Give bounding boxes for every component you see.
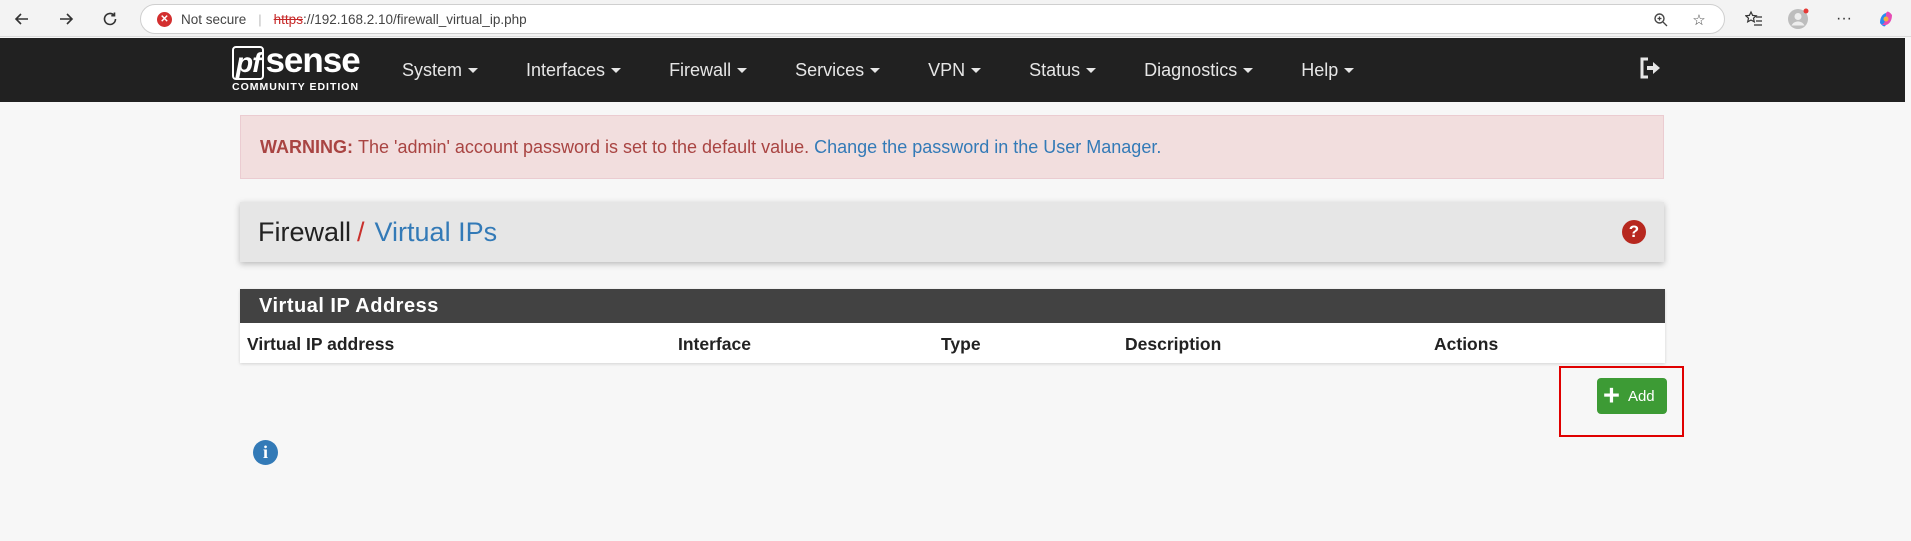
security-label: Not secure — [181, 11, 247, 27]
main-menu: System Interfaces Firewall Services VPN … — [402, 38, 1402, 102]
plus-icon: + — [1603, 380, 1620, 412]
nav-help[interactable]: Help — [1301, 60, 1355, 81]
zoom-icon[interactable] — [1651, 10, 1671, 30]
column-actions: Actions — [1434, 334, 1499, 354]
add-button[interactable]: + Add — [1597, 378, 1667, 414]
caret-down-icon — [971, 68, 982, 74]
info-icon[interactable]: i — [253, 440, 278, 465]
breadcrumb-firewall: Firewall — [258, 216, 352, 247]
caret-down-icon — [611, 68, 622, 74]
column-interface: Interface — [678, 334, 751, 354]
breadcrumb-virtual-ips[interactable]: Virtual IPs — [375, 217, 498, 248]
column-description: Description — [1125, 334, 1222, 354]
refresh-icon[interactable] — [96, 5, 124, 33]
warning-prefix: WARNING: — [260, 136, 353, 157]
default-password-warning: WARNING: The 'admin' account password is… — [240, 115, 1664, 179]
warning-text: The 'admin' account password is set to t… — [358, 136, 810, 157]
copilot-icon[interactable] — [1874, 7, 1898, 31]
nav-vpn[interactable]: VPN — [928, 60, 982, 81]
logout-icon[interactable] — [1637, 55, 1665, 83]
favorite-star-icon[interactable]: ☆ — [1689, 10, 1709, 30]
caret-down-icon — [1243, 68, 1254, 74]
more-options-icon[interactable]: ··· — [1832, 7, 1856, 31]
url-path: ://192.168.2.10/firewall_virtual_ip.php — [302, 11, 527, 27]
top-navbar: pf sense COMMUNITY EDITION System Interfa… — [0, 38, 1905, 102]
profile-avatar-icon[interactable] — [1786, 7, 1810, 31]
change-password-link[interactable]: Change the password in the User Manager. — [814, 137, 1161, 158]
pfsense-logo[interactable]: pf sense COMMUNITY EDITION — [232, 43, 361, 93]
back-icon[interactable] — [8, 5, 36, 33]
caret-down-icon — [1086, 68, 1097, 74]
nav-services[interactable]: Services — [795, 60, 881, 81]
panel-title: Virtual IP Address — [240, 289, 1665, 323]
favorites-icon[interactable] — [1742, 7, 1766, 31]
breadcrumb-separator: / — [357, 216, 365, 247]
not-secure-icon: ✕ — [157, 11, 172, 27]
logo-edition: COMMUNITY EDITION — [232, 81, 360, 93]
help-icon[interactable]: ? — [1622, 220, 1646, 244]
breadcrumb: Firewall / Virtual IPs ? — [240, 202, 1664, 262]
column-type: Type — [941, 334, 981, 354]
add-button-label: Add — [1627, 387, 1655, 405]
address-bar[interactable]: ✕ Not secure | https ://192.168.2.10/fir… — [140, 4, 1725, 34]
caret-down-icon — [870, 68, 881, 74]
nav-system[interactable]: System — [402, 60, 479, 81]
nav-interfaces[interactable]: Interfaces — [526, 60, 622, 81]
nav-diagnostics[interactable]: Diagnostics — [1144, 60, 1254, 81]
address-divider: | — [258, 11, 262, 27]
caret-down-icon — [737, 68, 748, 74]
nav-status[interactable]: Status — [1029, 60, 1097, 81]
nav-firewall[interactable]: Firewall — [669, 60, 748, 81]
forward-icon[interactable] — [52, 5, 80, 33]
url-scheme: https — [273, 11, 303, 27]
browser-toolbar: ✕ Not secure | https ://192.168.2.10/fir… — [0, 0, 1911, 37]
column-virtual-ip-address: Virtual IP address — [247, 334, 395, 354]
virtual-ip-panel: Virtual IP Address Virtual IP address In… — [240, 289, 1665, 363]
caret-down-icon — [1344, 68, 1355, 74]
caret-down-icon — [468, 68, 479, 74]
table-header: Virtual IP address Interface Type Descri… — [240, 323, 1665, 363]
